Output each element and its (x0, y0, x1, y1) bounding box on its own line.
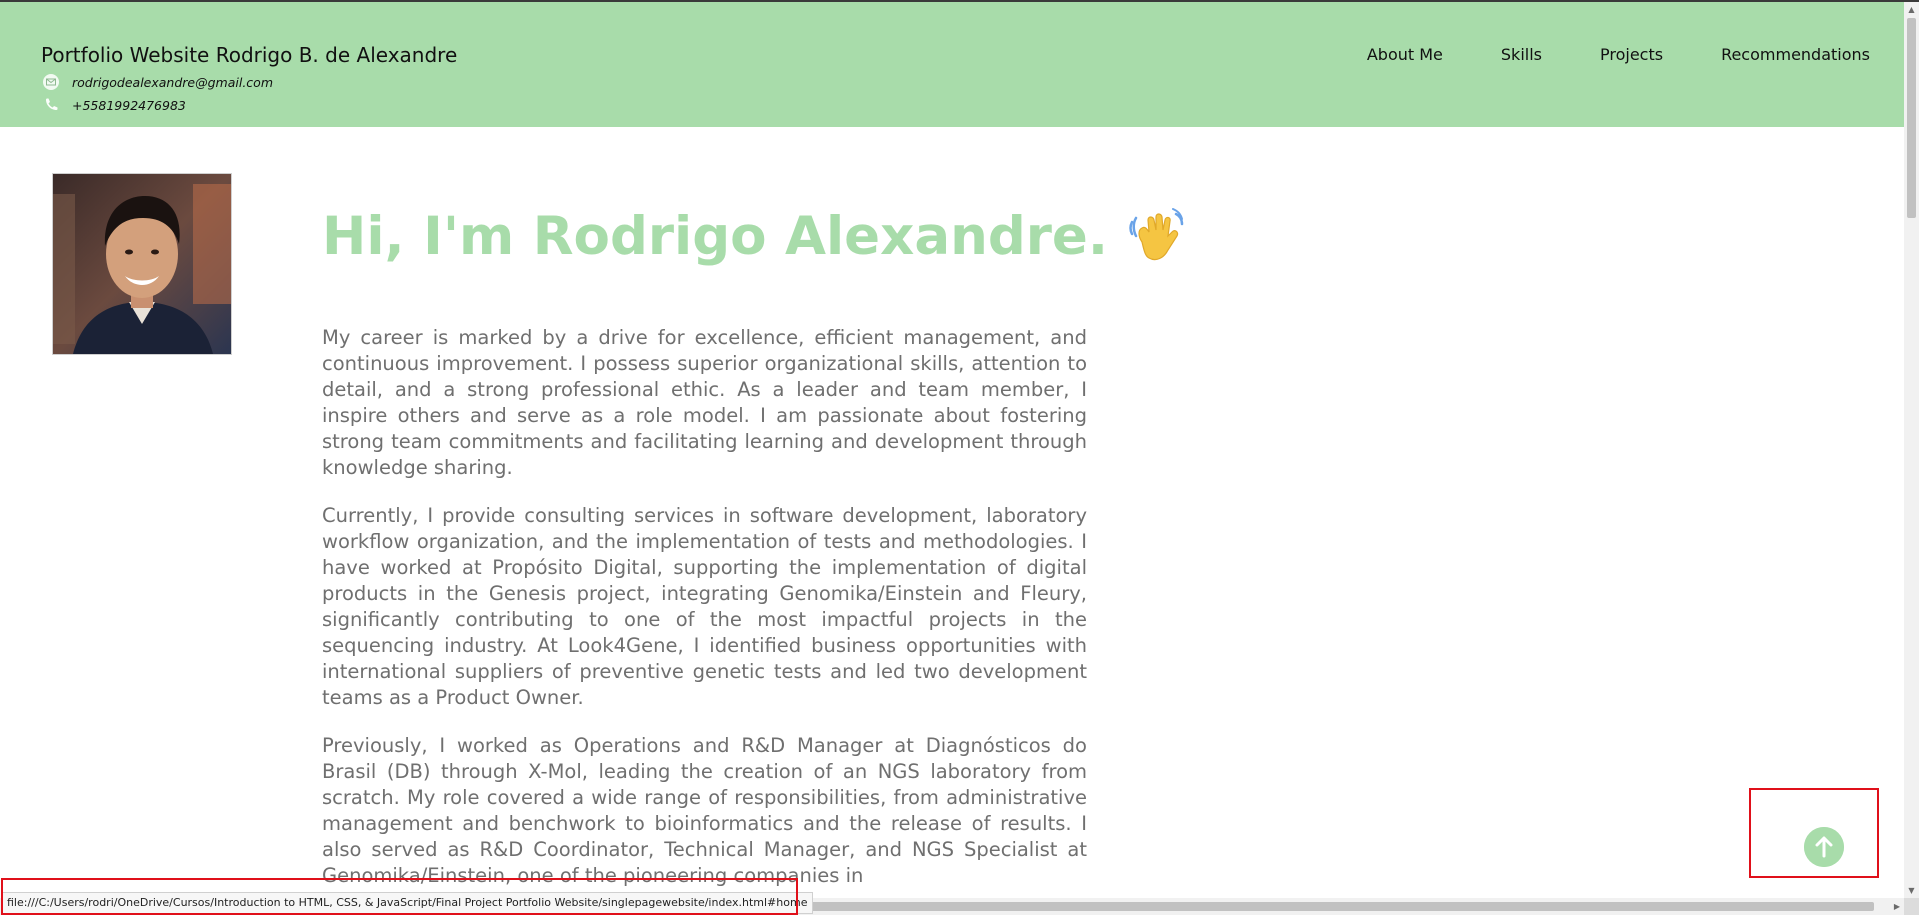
bio-section: My career is marked by a drive for excel… (322, 325, 1087, 911)
profile-photo (52, 173, 232, 355)
nav-about-me[interactable]: About Me (1367, 45, 1443, 64)
hero-title-text: Hi, I'm Rodrigo Alexandre. (322, 206, 1108, 267)
site-header: Portfolio Website Rodrigo B. de Alexandr… (0, 2, 1904, 127)
bio-paragraph: My career is marked by a drive for excel… (322, 326, 1087, 479)
status-bar-url: file:///C:/Users/rodri/OneDrive/Cursos/I… (1, 892, 814, 914)
scroll-right-arrow-icon[interactable]: ▶ (1890, 898, 1904, 915)
envelope-icon (41, 72, 61, 92)
waving-hand-icon (1126, 207, 1184, 266)
contact-phone: +5581992476983 (41, 95, 186, 115)
browser-viewport: Portfolio Website Rodrigo B. de Alexandr… (0, 0, 1919, 915)
hero-title: Hi, I'm Rodrigo Alexandre. (322, 206, 1184, 267)
vertical-scrollbar[interactable]: ▲ ▼ (1904, 2, 1919, 898)
arrow-up-circle-icon (1804, 827, 1844, 867)
main-nav: About Me Skills Projects Recommendations (1309, 45, 1870, 64)
bio-paragraph: Currently, I provide consulting services… (322, 504, 1087, 709)
phone-text[interactable]: +5581992476983 (72, 98, 186, 113)
email-text[interactable]: rodrigodealexandre@gmail.com (72, 75, 273, 90)
phone-icon (41, 95, 61, 115)
vertical-scroll-thumb[interactable] (1907, 18, 1916, 218)
bio-paragraph: Previously, I worked as Operations and R… (322, 734, 1087, 887)
scrollbar-corner (1904, 898, 1919, 915)
contact-email: rodrigodealexandre@gmail.com (41, 72, 273, 92)
scroll-up-arrow-icon[interactable]: ▲ (1904, 2, 1919, 17)
nav-projects[interactable]: Projects (1600, 45, 1663, 64)
scroll-to-top-button[interactable] (1804, 827, 1844, 867)
nav-skills[interactable]: Skills (1501, 45, 1542, 64)
site-title: Portfolio Website Rodrigo B. de Alexandr… (41, 43, 458, 67)
scroll-down-arrow-icon[interactable]: ▼ (1904, 883, 1919, 898)
nav-recommendations[interactable]: Recommendations (1721, 45, 1870, 64)
